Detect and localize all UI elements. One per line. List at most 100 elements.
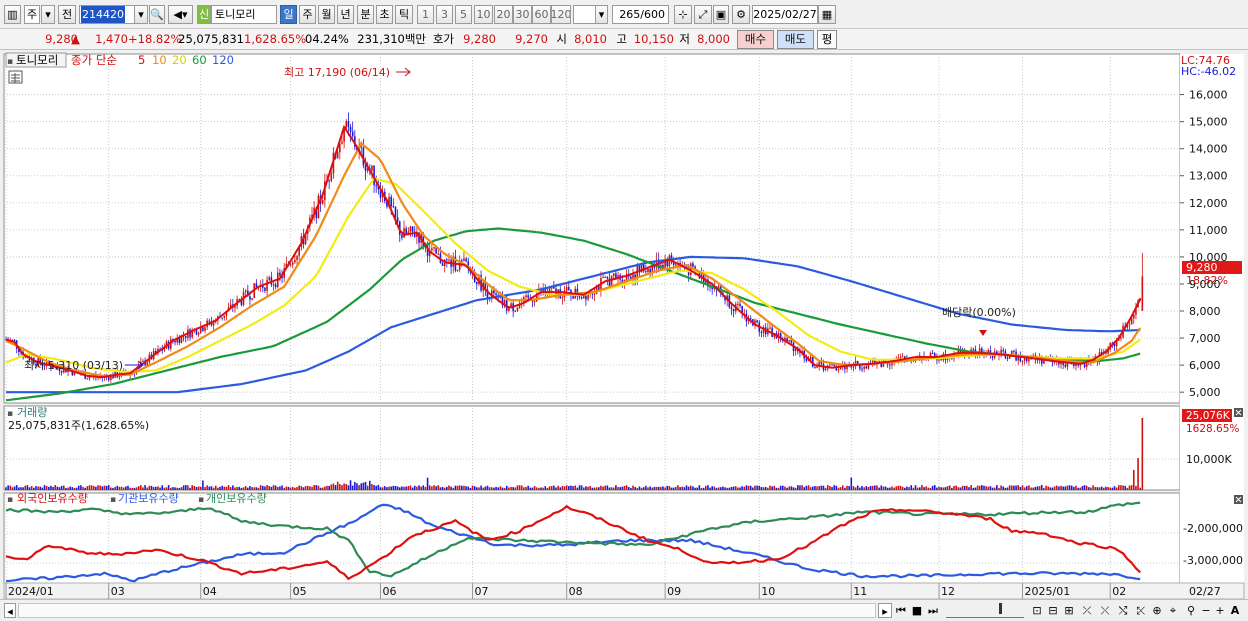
volume-bar <box>219 486 221 490</box>
volume-bar <box>176 487 178 490</box>
tab-second[interactable]: 초 <box>376 5 393 24</box>
volume-bar <box>544 486 547 490</box>
crosshair-icon[interactable]: ⊹ <box>674 5 692 24</box>
candle-body <box>580 297 583 299</box>
interval-dropdown-icon[interactable]: ▾ <box>595 5 608 24</box>
gear-icon[interactable]: ⚙ <box>732 5 750 24</box>
tab-month[interactable]: 월 <box>318 5 335 24</box>
tool-icon-1[interactable]: ⤫ <box>1080 603 1094 618</box>
stock-name-field[interactable]: 토니모리 <box>211 5 277 24</box>
volume-bar <box>490 487 493 490</box>
first-icon[interactable]: ⏮ <box>894 603 908 618</box>
tool-icon-2[interactable]: ⤬ <box>1098 603 1112 618</box>
candle-body <box>760 331 763 333</box>
current-pct-tag: 18.82% <box>1186 274 1228 287</box>
magnifier-icon[interactable]: ⊕ <box>1150 603 1164 618</box>
volume-bar <box>835 485 838 490</box>
volume-bar <box>90 485 93 490</box>
candle-body <box>291 262 294 265</box>
market-dropdown-icon[interactable]: ▾ <box>41 5 55 24</box>
count-field[interactable]: 265/600 <box>612 5 669 24</box>
zoom-fit-icon[interactable]: ⊡ <box>1030 603 1044 618</box>
buy-button[interactable]: 매수 <box>737 30 774 49</box>
tool-icon-3[interactable]: ⤭ <box>1116 603 1130 618</box>
tab-week[interactable]: 주 <box>299 5 316 24</box>
volume-bar <box>942 487 945 490</box>
zoom-area-icon[interactable]: ⊟ <box>1046 603 1060 618</box>
tool-icon-4[interactable]: ⤪ <box>1134 603 1148 618</box>
volume-bar <box>799 485 801 490</box>
volume-bar <box>745 485 748 490</box>
chart-tools-icon[interactable]: ⤢ <box>694 5 712 24</box>
sound-icon[interactable]: ◀▾ <box>168 5 193 24</box>
candle-body <box>1120 337 1122 339</box>
stock-code-input[interactable]: 214420 <box>79 5 135 24</box>
tool-icon-5[interactable]: ⌖ <box>1166 603 1180 618</box>
volume-bar <box>777 487 780 490</box>
volume-bar <box>413 485 416 490</box>
volume-bar <box>133 487 136 490</box>
zoom-in-icon[interactable]: ⊞ <box>1062 603 1076 618</box>
zoom-in-plus-icon[interactable]: + <box>1214 603 1226 618</box>
last-icon[interactable]: ⏭ <box>926 603 940 618</box>
volume-bar <box>503 487 506 490</box>
zoom-slider-handle[interactable] <box>998 603 1002 614</box>
volume-bar <box>989 486 992 490</box>
date-field[interactable]: 2025/02/27 <box>752 5 818 24</box>
volume-bar <box>247 487 249 490</box>
candle-body <box>289 264 292 266</box>
interval-20[interactable]: 20 <box>494 5 513 24</box>
search-icon[interactable]: 🔍 <box>149 5 165 24</box>
volume-bar <box>120 486 123 490</box>
save-icon[interactable]: ▣ <box>713 5 729 24</box>
interval-30[interactable]: 30 <box>513 5 532 24</box>
volume-bar <box>129 487 131 490</box>
volume-bar <box>358 485 360 490</box>
volume-bar <box>465 486 467 490</box>
calendar-icon[interactable]: ▦ <box>818 5 836 24</box>
zoom-out-icon[interactable]: − <box>1200 603 1212 618</box>
code-dropdown-icon[interactable]: ▾ <box>134 5 148 24</box>
interval-1[interactable]: 1 <box>417 5 434 24</box>
volume-bar <box>1070 485 1073 490</box>
volume-bar <box>101 486 104 490</box>
x-axis-label: 07 <box>475 585 489 598</box>
candle-body <box>1064 364 1067 367</box>
sell-button[interactable]: 매도 <box>777 30 814 49</box>
volume-bar <box>302 487 305 490</box>
volume-bar <box>206 485 208 490</box>
magnifier-icon-2[interactable]: ⚲ <box>1184 603 1198 618</box>
tab-tick[interactable]: 틱 <box>395 5 413 24</box>
volume-bar <box>910 485 913 490</box>
interval-10[interactable]: 10 <box>474 5 493 24</box>
prev-button[interactable]: 전 <box>58 5 76 24</box>
font-size-icon[interactable]: A <box>1228 603 1242 618</box>
volume-bar <box>925 486 927 490</box>
volume-bar <box>1113 486 1116 490</box>
interval-60[interactable]: 60 <box>532 5 551 24</box>
scroll-track[interactable] <box>18 603 876 618</box>
volume-bar <box>610 487 613 490</box>
interval-5[interactable]: 5 <box>455 5 472 24</box>
tab-day[interactable]: 일 <box>280 5 297 24</box>
holdings-panel-bg <box>3 492 1181 584</box>
interval-3[interactable]: 3 <box>436 5 453 24</box>
tab-year[interactable]: 년 <box>337 5 354 24</box>
panel-icon[interactable]: ▥ <box>4 5 21 24</box>
volume-bar <box>1015 485 1017 490</box>
eval-button[interactable]: 평 <box>817 30 837 49</box>
stop-icon[interactable]: ■ <box>910 603 924 618</box>
tab-minute[interactable]: 분 <box>357 5 374 24</box>
stock-chart[interactable]: 16,000 15,000 14,000 13,000 12,000 11,000 10,0… <box>0 50 1248 599</box>
market-select[interactable]: 주 <box>24 5 40 24</box>
zoom-slider[interactable] <box>946 603 1024 618</box>
scroll-left-icon[interactable]: ◂ <box>4 603 16 618</box>
price-change: 1,470 <box>95 32 128 46</box>
volume-bar <box>955 485 957 490</box>
interval-120[interactable]: 120 <box>551 5 571 24</box>
volume-bar <box>202 480 204 490</box>
candle-body <box>568 287 570 290</box>
volume-bar <box>122 487 125 490</box>
foreign-holdings-legend: 외국인보유수량 <box>17 492 88 505</box>
scroll-right-icon[interactable]: ▸ <box>878 603 892 618</box>
